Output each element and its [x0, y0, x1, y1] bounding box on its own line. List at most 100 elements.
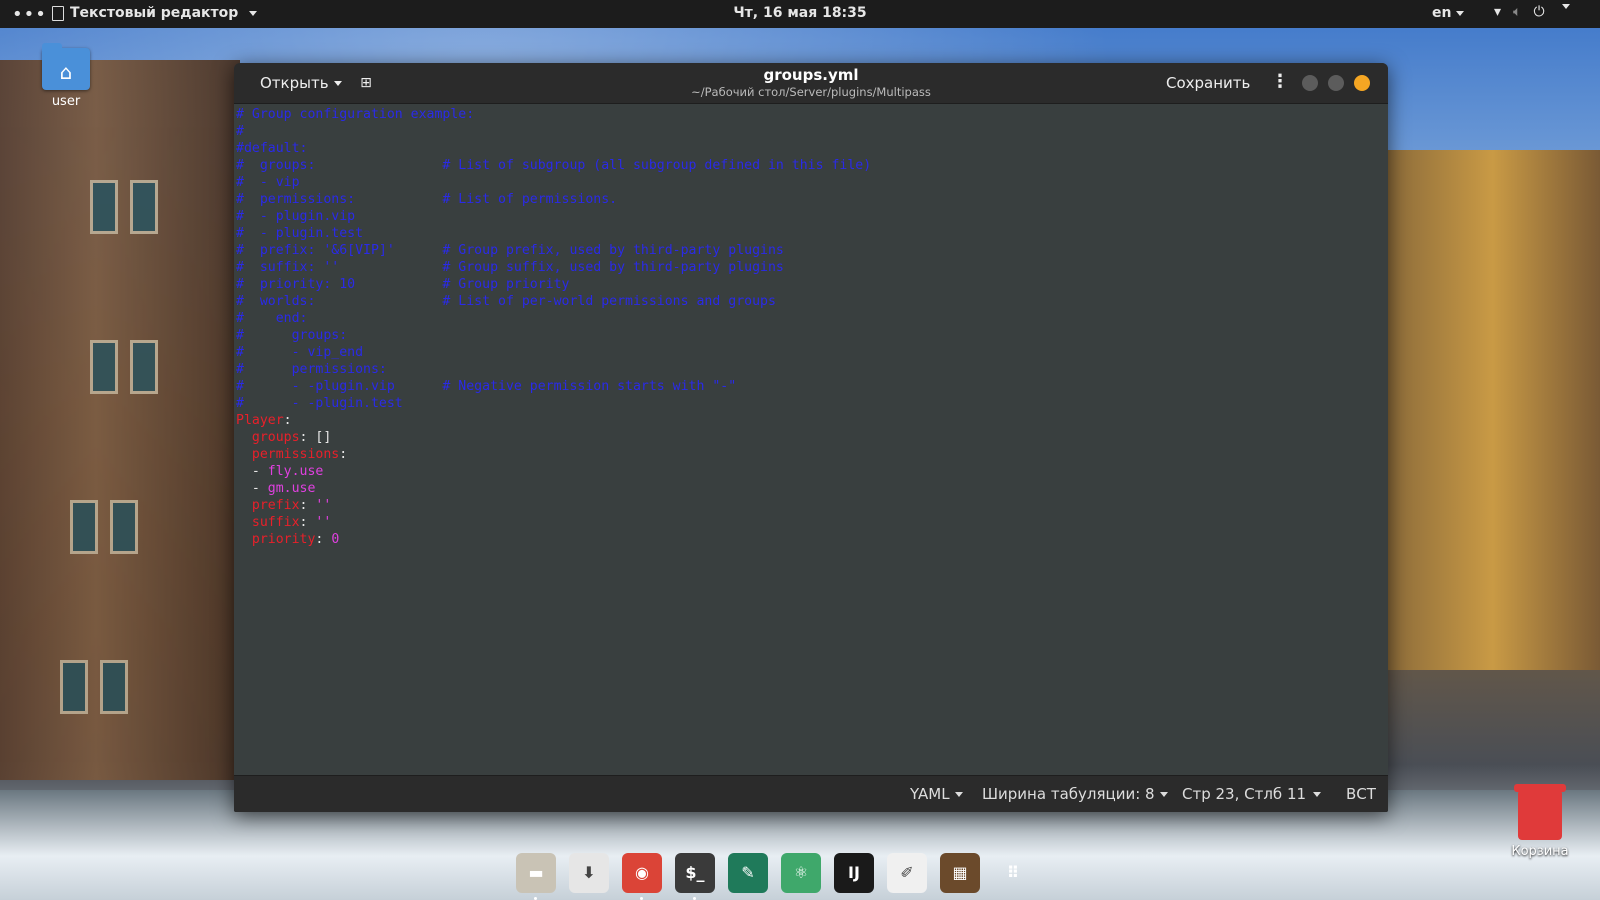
language-selector[interactable]: YAML: [910, 784, 963, 804]
code-token: # - plugin.vip: [236, 209, 356, 224]
chevron-down-icon: [1313, 792, 1321, 797]
chevron-down-icon: [954, 792, 963, 797]
cursor-position-label: Стр 23, Стлб 11: [1182, 785, 1307, 803]
code-line[interactable]: groups: []: [234, 429, 1388, 446]
app-grid-icon[interactable]: ⠿: [993, 853, 1033, 893]
save-button[interactable]: Сохранить: [1156, 71, 1260, 95]
dock-glyph: ✐: [900, 863, 914, 882]
code-line[interactable]: # worlds: # List of per-world permission…: [234, 293, 1388, 310]
code-line[interactable]: permissions:: [234, 446, 1388, 463]
code-token: # - vip: [236, 175, 300, 190]
code-token: # Group configuration example:: [236, 107, 475, 122]
cursor-position[interactable]: Стр 23, Стлб 11: [1182, 784, 1306, 804]
code-token: prefix: [251, 498, 300, 513]
chrome-icon[interactable]: ◉: [622, 853, 662, 900]
dock-glyph: ◉: [635, 863, 649, 882]
code-token: :: [283, 413, 292, 428]
insert-mode-indicator[interactable]: ВСТ: [1346, 784, 1376, 804]
position-menu-button[interactable]: [1308, 784, 1321, 804]
code-token: # - -plugin.test: [236, 396, 403, 411]
code-line[interactable]: - fly.use: [234, 463, 1388, 480]
code-token: # groups: # List of subgroup (all subgro…: [236, 158, 872, 173]
code-line[interactable]: # - plugin.test: [234, 225, 1388, 242]
minimize-button[interactable]: [1302, 75, 1318, 91]
dock-glyph: ✎: [741, 863, 755, 882]
dock: ▬ ⬇ ◉ $_ ✎ ⚛ IJ ✐ ▦ ⠿: [516, 848, 1033, 900]
code-line[interactable]: # - vip_end: [234, 344, 1388, 361]
minecraft-icon[interactable]: ▦: [940, 853, 980, 893]
activities-button[interactable]: •••: [12, 4, 47, 25]
code-editor[interactable]: # Group configuration example: # #default:…: [234, 104, 1388, 771]
code-token: groups: [251, 430, 300, 445]
code-line[interactable]: Player:: [234, 412, 1388, 429]
intellij-icon[interactable]: IJ: [834, 853, 874, 893]
code-line[interactable]: priority: 0: [234, 531, 1388, 548]
software-center-icon[interactable]: ⬇: [569, 853, 609, 893]
chevron-down-icon: [1456, 10, 1465, 16]
system-tray[interactable]: ▾ 🔈︎ ⏻: [1494, 4, 1570, 20]
chevron-down-icon: [249, 10, 258, 16]
terminal-icon[interactable]: $_: [675, 853, 715, 900]
code-line[interactable]: prefix: '': [234, 497, 1388, 514]
menu-button[interactable]: ⋮: [1270, 71, 1290, 95]
status-bar: YAML Ширина табуляции: 8 Стр 23, Стлб 11…: [234, 775, 1388, 812]
code-line[interactable]: # groups:: [234, 327, 1388, 344]
code-token: # - vip_end: [236, 345, 364, 360]
app-menu[interactable]: Текстовый редактор: [52, 5, 258, 21]
code-line[interactable]: # - vip: [234, 174, 1388, 191]
top-bar: ••• Текстовый редактор Чт, 16 мая 18:35 …: [0, 0, 1600, 28]
code-token: # prefix: '&6[VIP]' # Group prefix, used…: [236, 243, 784, 258]
code-line[interactable]: #: [234, 123, 1388, 140]
code-token: Player: [236, 413, 284, 428]
code-token: # suffix: '' # Group suffix, used by thi…: [236, 260, 784, 275]
code-line[interactable]: suffix: '': [234, 514, 1388, 531]
maximize-button[interactable]: [1328, 75, 1344, 91]
code-line[interactable]: # groups: # List of subgroup (all subgro…: [234, 157, 1388, 174]
wrench-icon[interactable]: ✎: [728, 853, 768, 893]
close-button[interactable]: [1354, 75, 1370, 91]
code-token: :: [315, 532, 332, 547]
code-token: -: [236, 464, 268, 479]
code-token: gm.use: [267, 481, 316, 496]
tab-width-selector[interactable]: Ширина табуляции: 8: [982, 784, 1168, 804]
code-line[interactable]: # prefix: '&6[VIP]' # Group prefix, used…: [234, 242, 1388, 259]
language-indicator[interactable]: en: [1432, 5, 1465, 21]
new-document-button[interactable]: ⊞: [356, 73, 376, 93]
code-line[interactable]: # - plugin.vip: [234, 208, 1388, 225]
text-editor-window: Открыть ⊞ groups.yml ~/Рабочий стол/Serv…: [234, 63, 1388, 812]
code-line[interactable]: # Group configuration example:: [234, 106, 1388, 123]
code-line[interactable]: - gm.use: [234, 480, 1388, 497]
files-icon[interactable]: ▬: [516, 853, 556, 900]
code-token: suffix: [251, 515, 300, 530]
code-token: permissions: [251, 447, 340, 462]
open-button[interactable]: Открыть: [250, 71, 352, 95]
code-line[interactable]: # end:: [234, 310, 1388, 327]
code-line[interactable]: # permissions:: [234, 361, 1388, 378]
code-token: :: [339, 447, 348, 462]
desktop-home-folder[interactable]: ⌂ user: [38, 43, 94, 109]
code-line[interactable]: # - -plugin.vip # Negative permission st…: [234, 378, 1388, 395]
code-token: # groups:: [236, 328, 348, 343]
code-token: :: [299, 498, 316, 513]
text-editor-icon[interactable]: ✐: [887, 853, 927, 893]
code-token: : []: [299, 430, 332, 445]
chevron-down-icon: [1561, 4, 1570, 9]
volume-icon: 🔈︎: [1513, 4, 1522, 20]
code-line[interactable]: # priority: 10 # Group priority: [234, 276, 1388, 293]
code-line[interactable]: # suffix: '' # Group suffix, used by thi…: [234, 259, 1388, 276]
atom-icon[interactable]: ⚛: [781, 853, 821, 893]
chevron-down-icon: [333, 81, 342, 86]
trash-icon: [1514, 784, 1566, 840]
code-token: #default:: [236, 141, 308, 156]
code-line[interactable]: #default:: [234, 140, 1388, 157]
desktop-trash[interactable]: Корзина: [1500, 784, 1580, 859]
power-icon: ⏻: [1533, 4, 1545, 20]
code-line[interactable]: # permissions: # List of permissions.: [234, 191, 1388, 208]
language-label: en: [1432, 5, 1452, 21]
code-token: 0: [331, 532, 340, 547]
code-line[interactable]: # - -plugin.test: [234, 395, 1388, 412]
